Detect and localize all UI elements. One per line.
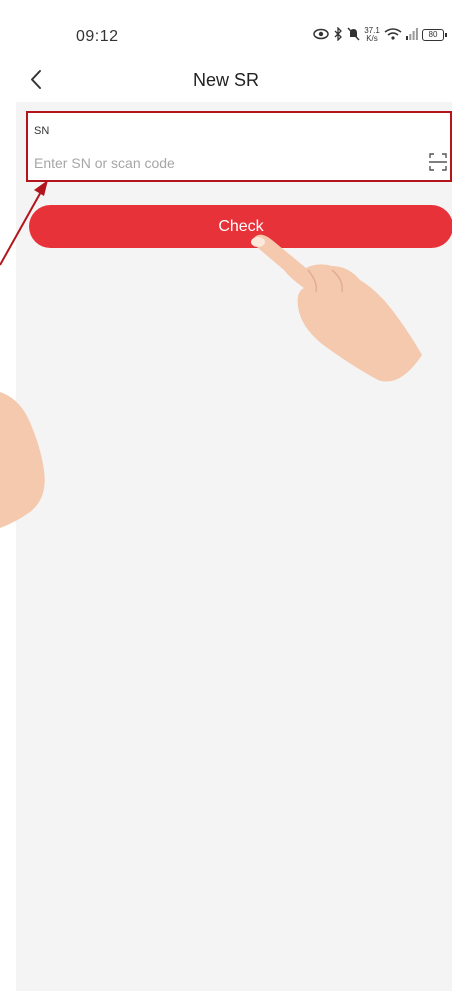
network-speed: 37.1 K/s (364, 27, 380, 43)
status-icons: 37.1 K/s 80 (313, 26, 447, 43)
page-title: New SR (192, 70, 259, 90)
network-speed-unit: K/s (366, 34, 378, 43)
wifi-icon (384, 28, 402, 42)
mute-bell-icon (347, 27, 360, 43)
title-bar: New SR (0, 60, 452, 102)
signal-icon (406, 28, 418, 42)
status-bar: 09:12 37.1 K/s 80 (0, 0, 452, 60)
status-time: 09:12 (76, 28, 119, 45)
battery-icon: 80 (422, 29, 447, 41)
sn-input[interactable] (32, 151, 416, 175)
check-button[interactable]: Check (29, 205, 452, 248)
scan-code-icon[interactable] (428, 151, 448, 173)
new-sr-screen: 09:12 37.1 K/s 80 New SR SN Enter SN or … (0, 0, 452, 991)
sn-field-card: SN (26, 111, 452, 182)
eye-icon (313, 28, 329, 42)
bluetooth-icon (333, 26, 343, 43)
sn-label: SN (34, 125, 50, 137)
